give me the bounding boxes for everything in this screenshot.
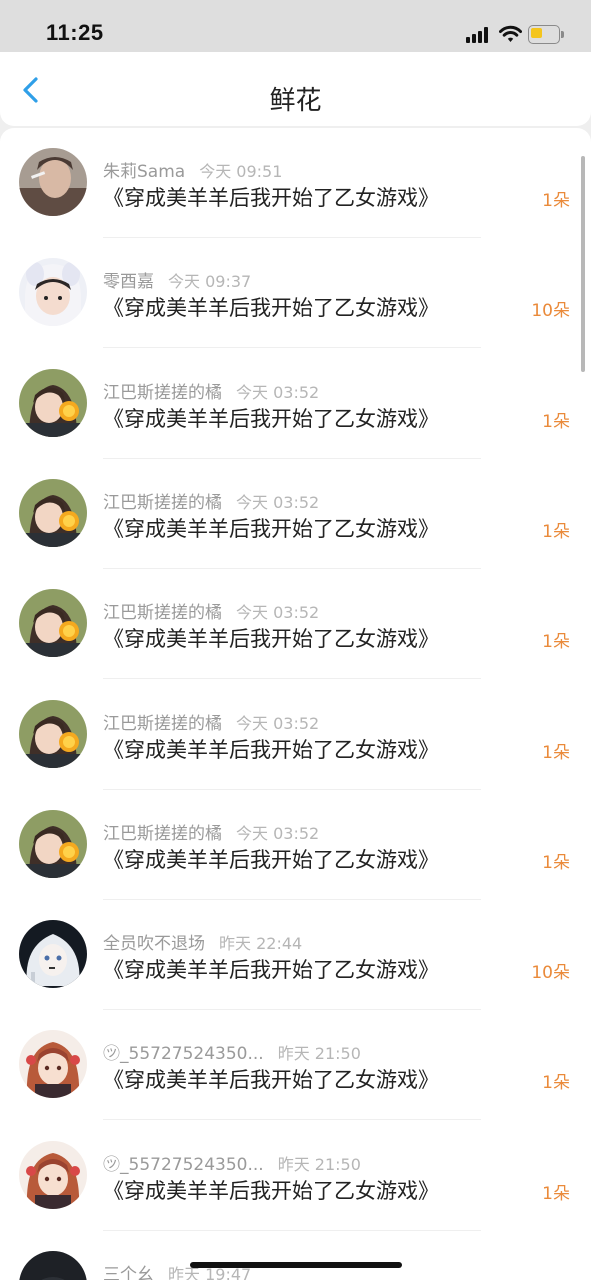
avatar[interactable] [19,258,87,327]
user-name: 朱莉Sama 今天 09:51 [103,157,282,182]
avatar-photo-person [19,148,87,216]
battery-icon [528,25,564,44]
user-name-text: 江巴斯搓搓的橘 [103,713,222,734]
flower-count: 1朵 [542,852,570,873]
book-title: 《穿成美羊羊后我开始了乙女游戏》 [103,406,439,431]
user-name: 江巴斯搓搓的橘 今天 03:52 [103,378,319,403]
list-item[interactable]: 全员吹不退场 昨天 22:44 《穿成美羊羊后我开始了乙女游戏》 10朵 [0,900,591,1011]
timestamp: 今天 03:52 [236,492,320,512]
book-title: 《穿成美羊羊后我开始了乙女游戏》 [103,186,439,210]
list-item[interactable]: 江巴斯搓搓的橘 今天 03:52 《穿成美羊羊后我开始了乙女游戏》 1朵 [0,680,591,790]
user-name-text: 江巴斯搓搓的橘 [103,823,222,844]
timestamp: 今天 09:51 [199,162,283,181]
timestamp: 今天 03:52 [236,603,320,623]
avatar[interactable] [19,589,87,658]
timestamp: 昨天 22:44 [219,934,303,954]
avatar-anime-orange [19,478,87,547]
timestamp: 昨天 21:50 [277,1154,361,1174]
flower-count: 1朵 [542,742,570,763]
avatar-anime-orange [19,368,87,437]
list-item[interactable]: 江巴斯搓搓的橘 今天 03:52 《穿成美羊羊后我开始了乙女游戏》 1朵 [0,459,591,569]
user-name-text: 全员吹不退场 [103,934,205,955]
user-name: 江巴斯搓搓的橘 今天 03:52 [103,709,319,734]
page-title: 鲜花 [269,86,322,116]
flower-list: 朱莉Sama 今天 09:51 《穿成美羊羊后我开始了乙女游戏》 1朵 零酉嘉 今天 09… [0,128,591,1280]
avatar-dark [19,1251,87,1280]
list-item[interactable]: 江巴斯搓搓的橘 今天 03:52 《穿成美羊羊后我开始了乙女游戏》 1朵 [0,569,591,680]
avatar-anime-orange [19,699,87,768]
status-time: 11:25 [46,20,104,45]
list-item[interactable]: ㋡_55727524350... 昨天 21:50 《穿成美羊羊后我开始了乙女游戏》… [0,1010,591,1121]
avatar[interactable] [19,699,87,768]
book-title: 《穿成美羊羊后我开始了乙女游戏》 [103,958,439,983]
book-title: 《穿成美羊羊后我开始了乙女游戏》 [103,296,439,321]
list-item[interactable]: 零酉嘉 今天 09:37 《穿成美羊羊后我开始了乙女游戏》 10朵 [0,238,591,349]
list-item[interactable]: 江巴斯搓搓的橘 今天 03:52 《穿成美羊羊后我开始了乙女游戏》 1朵 [0,349,591,459]
avatar-hooded-boy [19,258,87,327]
user-name: ㋡_55727524350... 昨天 21:50 [103,1150,361,1175]
user-name: 江巴斯搓搓的橘 今天 03:52 [103,598,319,623]
list-item[interactable]: 朱莉Sama 今天 09:51 《穿成美羊羊后我开始了乙女游戏》 1朵 [0,128,591,238]
avatar[interactable] [19,1140,87,1209]
avatar-white-hair [19,920,87,989]
avatar[interactable] [19,809,87,878]
user-name-text: ㋡_55727524350... [103,1044,264,1065]
status-bar: 11:25 [0,0,591,52]
book-title: 《穿成美羊羊后我开始了乙女游戏》 [103,1178,439,1203]
avatar[interactable] [19,1030,87,1099]
user-name: 全员吹不退场 昨天 22:44 [103,929,302,954]
avatar-anime-girl [19,1030,87,1099]
timestamp: 今天 03:52 [236,382,320,402]
home-indicator[interactable] [190,1262,402,1268]
avatar[interactable] [19,478,87,547]
nav-header: 鲜花 [0,52,591,126]
avatar-anime-orange [19,589,87,658]
book-title: 《穿成美羊羊后我开始了乙女游戏》 [103,627,439,652]
user-name-text: 三个幺 [103,1265,154,1280]
user-name: 江巴斯搓搓的橘 今天 03:52 [103,488,319,513]
avatar[interactable] [19,1251,87,1280]
user-name: 江巴斯搓搓的橘 今天 03:52 [103,819,319,844]
user-name-text: 江巴斯搓搓的橘 [103,382,222,403]
user-name-text: ㋡_55727524350... [103,1154,264,1175]
flower-count: 1朵 [542,191,570,211]
flower-count: 1朵 [542,632,570,653]
book-title: 《穿成美羊羊后我开始了乙女游戏》 [103,1068,439,1093]
list-item[interactable]: 江巴斯搓搓的橘 今天 03:52 《穿成美羊羊后我开始了乙女游戏》 1朵 [0,790,591,900]
user-name-text: 江巴斯搓搓的橘 [103,603,222,624]
flower-count: 1朵 [542,1183,570,1204]
flower-count: 1朵 [542,411,570,432]
user-name: ㋡_55727524350... 昨天 21:50 [103,1039,361,1064]
avatar-anime-orange [19,809,87,878]
timestamp: 今天 09:37 [168,272,252,292]
avatar[interactable] [19,148,87,216]
timestamp: 今天 03:52 [236,823,320,843]
user-name-text: 朱莉Sama [103,162,186,182]
flower-count: 10朵 [531,963,570,984]
list-item[interactable]: 三个幺 昨天 19:47 [0,1231,591,1280]
timestamp: 今天 03:52 [236,713,320,733]
avatar[interactable] [19,368,87,437]
wifi-icon [499,25,522,42]
flower-count: 1朵 [542,521,570,542]
book-title: 《穿成美羊羊后我开始了乙女游戏》 [103,737,439,762]
book-title: 《穿成美羊羊后我开始了乙女游戏》 [103,847,439,872]
user-name-text: 江巴斯搓搓的橘 [103,492,222,513]
screen: 11:25 鲜花 朱莉Sama 今天 09:51 《穿成美羊羊后我开始了乙女游戏》 1… [0,0,591,1280]
user-name: 零酉嘉 今天 09:37 [103,267,251,292]
avatar-anime-girl [19,1140,87,1209]
signal-icon [466,27,492,43]
avatar[interactable] [19,920,87,989]
flower-count: 10朵 [531,301,570,322]
user-name-text: 零酉嘉 [103,272,154,293]
list-item[interactable]: ㋡_55727524350... 昨天 21:50 《穿成美羊羊后我开始了乙女游戏》… [0,1121,591,1231]
book-title: 《穿成美羊羊后我开始了乙女游戏》 [103,516,439,541]
timestamp: 昨天 21:50 [277,1044,361,1064]
flower-count: 1朵 [542,1073,570,1094]
scrollbar[interactable] [581,156,585,372]
